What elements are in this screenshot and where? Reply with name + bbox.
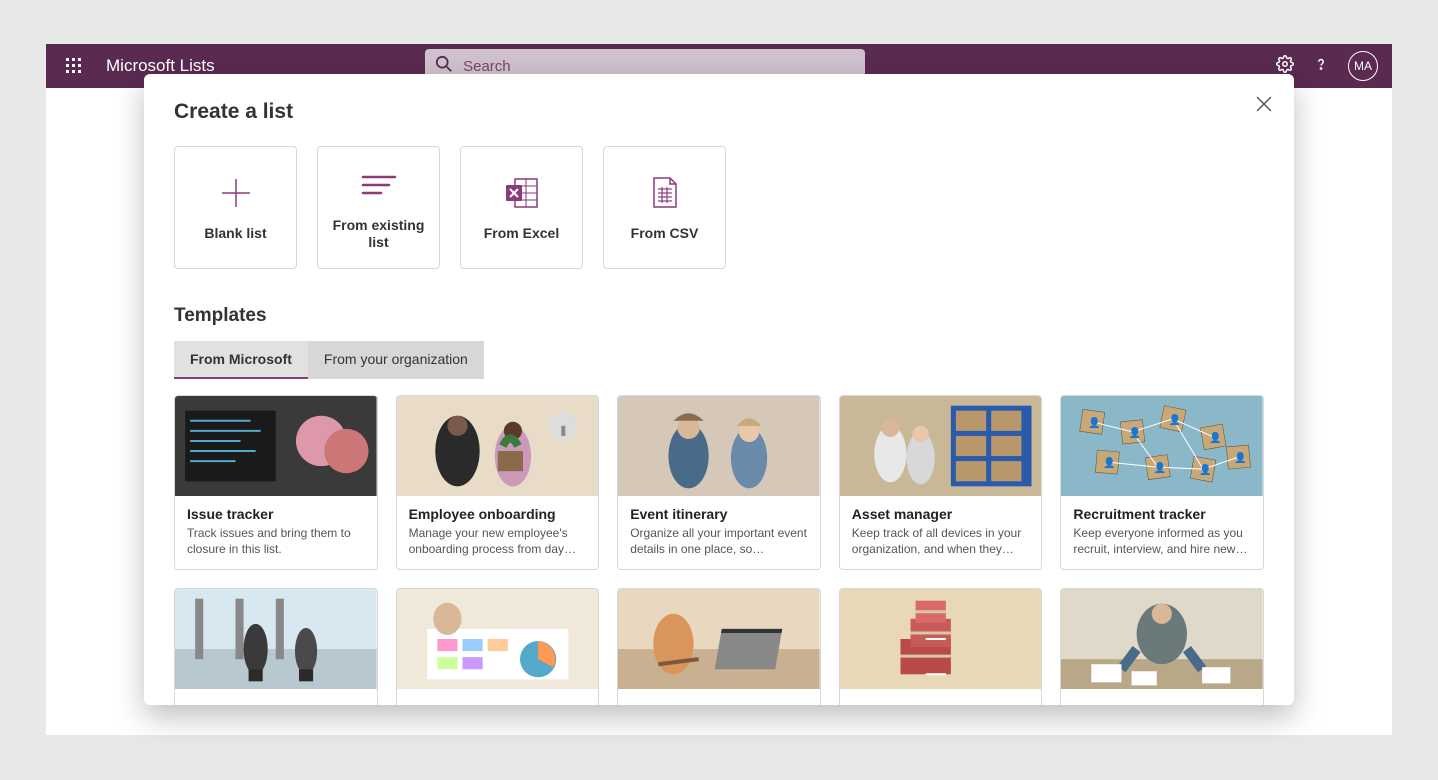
template-thumbnail <box>175 589 377 689</box>
tab-from-your-organization[interactable]: From your organization <box>308 341 484 379</box>
template-card[interactable] <box>839 588 1043 705</box>
svg-text:👤: 👤 <box>1154 461 1167 474</box>
svg-text:👤: 👤 <box>1210 431 1223 444</box>
modal-title: Create a list <box>174 100 1264 124</box>
template-thumbnail <box>618 396 820 496</box>
svg-text:👤: 👤 <box>1129 426 1142 439</box>
template-desc: Organize all your important event detail… <box>630 526 808 557</box>
template-thumbnail <box>840 396 1042 496</box>
template-tabs: From Microsoft From your organization <box>174 341 1264 379</box>
app-title: Microsoft Lists <box>106 56 215 76</box>
template-thumbnail <box>618 589 820 689</box>
list-lines-icon <box>359 165 399 205</box>
from-existing-list-card[interactable]: From existing list <box>317 146 440 269</box>
help-icon[interactable] <box>1312 55 1330 78</box>
excel-icon <box>505 173 539 213</box>
template-card[interactable] <box>396 588 600 705</box>
svg-text:👤: 👤 <box>1089 416 1102 429</box>
template-employee-onboarding[interactable]: Employee onboarding Manage your new empl… <box>396 395 600 570</box>
template-thumbnail <box>397 589 599 689</box>
create-card-label: From Excel <box>484 225 559 242</box>
create-card-label: Blank list <box>204 225 266 242</box>
plus-icon <box>218 173 254 213</box>
template-desc: Keep track of all devices in your organi… <box>852 526 1030 557</box>
template-thumbnail: 👤 👤 👤 👤 👤 👤 👤 👤 <box>1061 396 1263 496</box>
template-title: Asset manager <box>852 506 1030 522</box>
creation-options: Blank list From existing list From E <box>174 146 1264 269</box>
from-csv-card[interactable]: From CSV <box>603 146 726 269</box>
svg-text:👤: 👤 <box>1199 463 1212 476</box>
template-thumbnail <box>175 396 377 496</box>
create-card-label: From CSV <box>631 225 699 242</box>
template-card[interactable] <box>1060 588 1264 705</box>
from-excel-card[interactable]: From Excel <box>460 146 583 269</box>
template-recruitment-tracker[interactable]: 👤 👤 👤 👤 👤 👤 👤 👤 Recruitment tracker Keep every… <box>1060 395 1264 570</box>
svg-text:👤: 👤 <box>1169 413 1182 426</box>
create-card-label: From existing list <box>324 217 433 251</box>
svg-text:👤: 👤 <box>1235 451 1248 464</box>
template-issue-tracker[interactable]: Issue tracker Track issues and bring the… <box>174 395 378 570</box>
create-list-modal: Create a list Blank list From existing l… <box>144 74 1294 705</box>
template-desc: Keep everyone informed as you recruit, i… <box>1073 526 1251 557</box>
close-icon[interactable] <box>1256 96 1272 117</box>
search-input[interactable] <box>463 58 855 75</box>
template-desc: Manage your new employee's onboarding pr… <box>409 526 587 557</box>
app-launcher-icon[interactable] <box>54 46 94 86</box>
template-thumbnail <box>840 589 1042 689</box>
template-asset-manager[interactable]: Asset manager Keep track of all devices … <box>839 395 1043 570</box>
template-thumbnail <box>1061 589 1263 689</box>
template-card[interactable] <box>617 588 821 705</box>
tab-from-microsoft[interactable]: From Microsoft <box>174 341 308 379</box>
template-title: Issue tracker <box>187 506 365 522</box>
template-title: Employee onboarding <box>409 506 587 522</box>
svg-text:👤: 👤 <box>1104 456 1117 469</box>
templates-heading: Templates <box>174 305 1264 327</box>
template-grid: Issue tracker Track issues and bring the… <box>174 395 1264 705</box>
template-event-itinerary[interactable]: Event itinerary Organize all your import… <box>617 395 821 570</box>
template-title: Recruitment tracker <box>1073 506 1251 522</box>
template-desc: Track issues and bring them to closure i… <box>187 526 365 557</box>
blank-list-card[interactable]: Blank list <box>174 146 297 269</box>
template-title: Event itinerary <box>630 506 808 522</box>
template-card[interactable] <box>174 588 378 705</box>
template-thumbnail <box>397 396 599 496</box>
avatar[interactable]: MA <box>1348 51 1378 81</box>
csv-file-icon <box>652 173 678 213</box>
